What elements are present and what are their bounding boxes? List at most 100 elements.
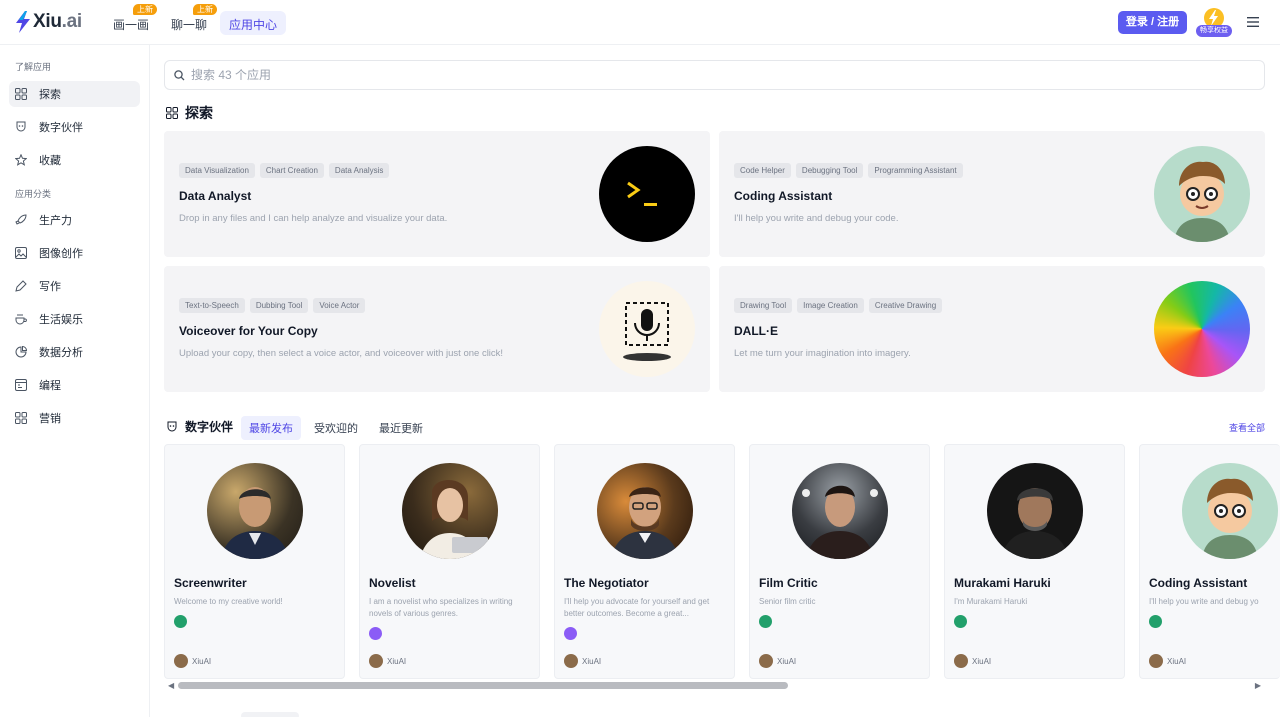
tag-list: Code Helper Debugging Tool Programming A…	[734, 163, 963, 178]
sidebar-item-productivity[interactable]: 生产力	[9, 207, 140, 233]
portrait-icon	[420, 479, 488, 559]
sidebar-item-label: 探索	[39, 89, 61, 101]
pen-icon	[15, 280, 27, 292]
partner-name: Coding Assistant	[1149, 576, 1248, 590]
tag: Code Helper	[734, 163, 791, 178]
terminal-thumbnail	[599, 146, 695, 242]
partner-description: I'll help you advocate for yourself and …	[564, 597, 710, 618]
partner-name: Murakami Haruki	[954, 576, 1051, 590]
author: XiuAI	[369, 654, 406, 668]
rocket-icon	[15, 214, 27, 225]
partner-tabs: 最新发布 受欢迎的 最近更新	[241, 416, 436, 440]
avatar	[987, 463, 1083, 559]
author-avatar	[954, 654, 968, 668]
avatar	[597, 463, 693, 559]
portrait-icon	[802, 485, 878, 559]
nav-app-center[interactable]: 应用中心	[220, 11, 287, 35]
model-icon	[564, 627, 577, 640]
partner-card-novelist[interactable]: Novelist I am a novelist who specializes…	[359, 444, 540, 679]
author-avatar	[174, 654, 188, 668]
sidebar-item-explore[interactable]: 探索	[9, 81, 140, 107]
sidebar-item-marketing[interactable]: 营销	[9, 405, 140, 431]
author: XiuAI	[564, 654, 601, 668]
tab-latest[interactable]: 最新发布	[241, 416, 301, 440]
portrait-icon	[611, 487, 679, 559]
model-icon	[369, 627, 382, 640]
app-card-coding-assistant[interactable]: Code Helper Debugging Tool Programming A…	[719, 131, 1265, 257]
new-badge: 上新	[193, 4, 217, 15]
color-wheel-thumbnail	[1154, 281, 1250, 377]
cartoon-boy-icon	[1202, 478, 1258, 559]
portrait-icon	[221, 487, 289, 559]
explore-section-title: 探索	[166, 103, 213, 123]
tag-list: Text-to-Speech Dubbing Tool Voice Actor	[179, 298, 366, 313]
sidebar-item-favorites[interactable]: 收藏	[9, 147, 140, 173]
model-icon	[174, 615, 187, 628]
sidebar-item-label: 收藏	[39, 155, 61, 167]
scrollbar-thumb[interactable]	[178, 682, 788, 689]
sidebar-item-label: 图像创作	[39, 248, 83, 260]
sidebar-item-programming[interactable]: 编程	[9, 372, 140, 398]
login-register-button[interactable]: 登录 / 注册	[1118, 11, 1187, 34]
partner-card-murakami[interactable]: Murakami Haruki I'm Murakami Haruki XiuA…	[944, 444, 1125, 679]
partner-card-negotiator[interactable]: The Negotiator I'll help you advocate fo…	[554, 444, 735, 679]
sidebar-item-label: 编程	[39, 380, 61, 392]
nav-draw[interactable]: 画一画 上新	[113, 4, 157, 35]
avatar	[1182, 463, 1278, 559]
see-all-link[interactable]: 查看全部	[1229, 421, 1265, 434]
partner-description: Welcome to my creative world!	[174, 597, 283, 606]
partner-name: Novelist	[369, 576, 416, 590]
next-section-tab-stub	[241, 712, 299, 717]
tag-list: Data Visualization Chart Creation Data A…	[179, 163, 390, 178]
microphone-thumbnail	[599, 281, 695, 377]
app-card-voiceover[interactable]: Text-to-Speech Dubbing Tool Voice Actor …	[164, 266, 710, 392]
cartoon-boy-icon	[1174, 161, 1230, 242]
partner-description: I am a novelist who specializes in writi…	[369, 597, 513, 618]
sidebar-item-data-analysis[interactable]: 数据分析	[9, 339, 140, 365]
mask-icon	[167, 421, 177, 431]
sidebar-item-lifestyle[interactable]: 生活娱乐	[9, 306, 140, 332]
sidebar-item-writing[interactable]: 写作	[9, 273, 140, 299]
tag: Data Visualization	[179, 163, 255, 178]
partner-card-coding-assistant[interactable]: Coding Assistant I'll help you write and…	[1139, 444, 1280, 679]
logo[interactable]: Xiu.ai	[16, 11, 82, 33]
tab-recently-updated[interactable]: 最近更新	[371, 416, 431, 440]
search-bar[interactable]	[164, 60, 1265, 90]
avatar	[792, 463, 888, 559]
sidebar-item-label: 数据分析	[39, 347, 83, 359]
app-title: Data Analyst	[179, 189, 252, 203]
coffee-icon	[15, 314, 27, 325]
author-avatar	[564, 654, 578, 668]
sidebar-item-label: 生活娱乐	[39, 314, 83, 326]
lightning-logo-icon	[16, 11, 30, 33]
hamburger-menu-icon[interactable]	[1246, 15, 1260, 29]
app-card-data-analyst[interactable]: Data Visualization Chart Creation Data A…	[164, 131, 710, 257]
partners-section-title: 数字伙伴	[166, 418, 233, 435]
author: XiuAI	[954, 654, 991, 668]
avatar	[402, 463, 498, 559]
horizontal-scrollbar[interactable]: ◀ ▶	[164, 679, 1265, 691]
app-card-dalle[interactable]: Drawing Tool Image Creation Creative Dra…	[719, 266, 1265, 392]
partner-card-film-critic[interactable]: Film Critic Senior film critic XiuAI	[749, 444, 930, 679]
scroll-right-arrow-icon[interactable]: ▶	[1255, 681, 1261, 690]
code-window-icon	[15, 379, 27, 391]
mask-icon	[16, 121, 26, 132]
partner-card-screenwriter[interactable]: Screenwriter Welcome to my creative worl…	[164, 444, 345, 679]
portrait-icon	[1001, 488, 1069, 559]
app-description: Drop in any files and I can help analyze…	[179, 213, 448, 224]
search-icon	[174, 69, 185, 80]
sidebar-item-label: 数字伙伴	[39, 122, 83, 134]
model-icon	[759, 615, 772, 628]
tag: Data Analysis	[328, 163, 390, 178]
tag: Programming Assistant	[868, 163, 963, 178]
model-icon	[1149, 615, 1162, 628]
search-input[interactable]	[191, 68, 1091, 82]
terminal-icon	[627, 181, 657, 206]
top-header: Xiu.ai 画一画 上新 聊一聊 上新 应用中心 登录 / 注册 畅享权益	[0, 0, 1280, 45]
tab-popular[interactable]: 受欢迎的	[306, 416, 366, 440]
sidebar-item-partners[interactable]: 数字伙伴	[9, 114, 140, 140]
scroll-left-arrow-icon[interactable]: ◀	[168, 681, 174, 690]
sidebar-item-image-creation[interactable]: 图像创作	[9, 240, 140, 266]
nav-chat[interactable]: 聊一聊 上新	[171, 4, 217, 35]
partner-name: Film Critic	[759, 576, 818, 590]
